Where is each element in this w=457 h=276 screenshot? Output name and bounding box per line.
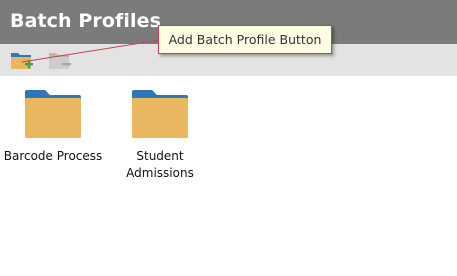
folder-add-icon — [11, 53, 33, 69]
profile-label: Student Admissions — [126, 149, 194, 180]
profile-item-student-admissions[interactable]: Student Admissions — [112, 86, 208, 182]
add-batch-profile-button[interactable] — [10, 48, 34, 72]
remove-batch-profile-button[interactable] — [48, 48, 72, 72]
folder-icon — [132, 90, 188, 138]
tooltip-text: Add Batch Profile Button — [168, 32, 322, 47]
folder-remove-icon — [49, 53, 71, 69]
profile-label: Barcode Process — [3, 149, 103, 163]
page-title: Batch Profiles — [10, 10, 162, 32]
folder-icon — [25, 90, 81, 138]
tooltip: Add Batch Profile Button — [158, 25, 332, 54]
profile-item-barcode-process[interactable]: Barcode Process — [0, 86, 106, 165]
